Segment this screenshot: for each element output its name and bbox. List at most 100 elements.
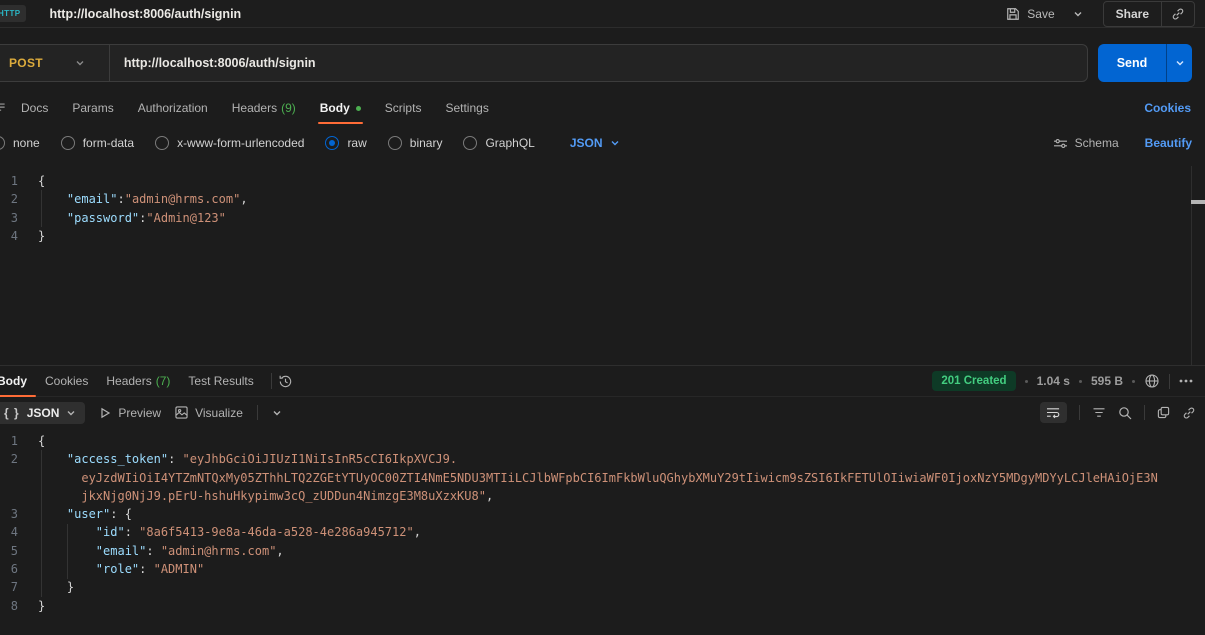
response-toolbar: { } JSON Preview Visualize xyxy=(0,397,1205,428)
response-size: 595 B xyxy=(1090,374,1123,388)
code-text: "email":"admin@hrms.com", xyxy=(66,192,248,207)
tab-body[interactable]: Body xyxy=(308,94,373,124)
line-number: 6 xyxy=(10,562,18,577)
link-icon[interactable] xyxy=(1182,406,1196,420)
copy-link-icon[interactable] xyxy=(1162,2,1194,26)
image-icon xyxy=(175,406,188,419)
network-globe-icon[interactable] xyxy=(1144,373,1160,389)
url-bar: POST http://localhost:8006/auth/signin xyxy=(0,44,1088,82)
dot-separator xyxy=(1078,379,1082,383)
code-text: { xyxy=(38,174,46,188)
response-headers-count: (7) xyxy=(155,374,171,388)
code-text: "user": { xyxy=(66,507,132,522)
body-row-right: Schema Beautify xyxy=(1053,136,1205,150)
code-text: "role": "ADMIN" xyxy=(95,562,205,577)
code-line: 3 "user": { xyxy=(0,505,1205,523)
radio-icon xyxy=(60,136,75,150)
cookies-link[interactable]: Cookies xyxy=(1144,101,1191,115)
beautify-button[interactable]: Beautify xyxy=(1145,136,1192,150)
send-button[interactable]: Send xyxy=(1098,44,1166,82)
divider xyxy=(1144,405,1145,420)
method-chevron-down-icon[interactable] xyxy=(75,58,85,68)
response-tabs: Body Cookies Headers (7) Test Results 20… xyxy=(0,365,1205,397)
response-tab-cookies[interactable]: Cookies xyxy=(36,366,97,397)
visualize-button[interactable]: Visualize xyxy=(175,406,243,420)
code-line: 1{ xyxy=(0,432,1205,450)
chevron-down-icon xyxy=(610,138,620,148)
request-body-editor[interactable]: 1{2 "email":"admin@hrms.com", 3 "password… xyxy=(0,166,1205,365)
line-number: 4 xyxy=(10,525,18,540)
response-toolbar-right xyxy=(1040,402,1205,423)
chevron-down-icon xyxy=(1175,58,1185,68)
divider xyxy=(256,405,258,420)
code-line: 3 "password":"Admin@123" xyxy=(0,209,1205,227)
body-type-none[interactable]: none xyxy=(0,136,40,150)
request-url-row: POST http://localhost:8006/auth/signin S… xyxy=(0,28,1205,82)
tab-scripts[interactable]: Scripts xyxy=(373,94,434,122)
radio-icon xyxy=(155,136,170,150)
code-text: { xyxy=(38,434,46,448)
line-number: 4 xyxy=(10,228,18,243)
http-request-type-icon: HTTP xyxy=(0,5,26,22)
divider xyxy=(1169,373,1170,389)
copy-icon[interactable] xyxy=(1157,406,1170,419)
editor-scrollbar[interactable] xyxy=(1191,166,1205,365)
code-text: eyJzdWIiOiI4YTZmNTQxMy05ZThhLTQ2ZGEtYTUy… xyxy=(81,470,1158,485)
share-button[interactable]: Share xyxy=(1104,2,1161,26)
url-input[interactable]: http://localhost:8006/auth/signin xyxy=(124,56,316,70)
indent-guide xyxy=(41,450,42,597)
code-text: } xyxy=(38,598,46,613)
tab-authorization[interactable]: Authorization xyxy=(126,94,220,122)
response-tab-headers[interactable]: Headers (7) xyxy=(97,366,179,397)
tab-headers[interactable]: Headers (9) xyxy=(220,94,308,122)
tab-settings[interactable]: Settings xyxy=(433,94,500,122)
search-icon[interactable] xyxy=(1118,406,1132,420)
headers-count: (9) xyxy=(281,101,296,115)
word-wrap-icon[interactable] xyxy=(1040,402,1067,423)
tab-docs[interactable]: Docs xyxy=(9,94,60,122)
raw-format-select[interactable]: JSON xyxy=(570,136,620,150)
more-options-icon[interactable] xyxy=(1179,379,1193,383)
code-text: } xyxy=(38,580,75,595)
code-line: jkxNjg0NjJ9.pErU-hshuHkypimw3cQ_zUDDun4N… xyxy=(0,487,1205,505)
body-type-form-data[interactable]: form-data xyxy=(60,136,134,150)
code-line: 2 "access_token": "eyJhbGciOiJIUzI1NiIsI… xyxy=(0,450,1205,468)
code-text: jkxNjg0NjJ9.pErU-hshuHkypimw3cQ_zUDDun4N… xyxy=(81,488,494,503)
radio-icon xyxy=(387,136,402,150)
preview-button[interactable]: Preview xyxy=(99,406,161,420)
code-line: 4 "id": "8a6f5413-9e8a-46da-a528-4e286a9… xyxy=(0,523,1205,541)
line-number: 7 xyxy=(10,580,18,595)
body-type-binary[interactable]: binary xyxy=(387,136,442,150)
send-options-button[interactable] xyxy=(1166,44,1192,82)
docs-icon xyxy=(0,101,9,115)
body-type-raw[interactable]: raw xyxy=(325,136,367,150)
schema-button[interactable]: Schema xyxy=(1053,136,1119,150)
code-line: 7 } xyxy=(0,578,1205,596)
body-type-row: none form-data x-www-form-urlencoded raw… xyxy=(0,129,1205,157)
scrollbar-thumb[interactable] xyxy=(1191,200,1205,204)
sliders-icon xyxy=(1053,137,1068,150)
chevron-down-icon[interactable] xyxy=(272,408,282,418)
save-options-button[interactable] xyxy=(1067,5,1089,23)
chevron-down-icon xyxy=(1073,9,1083,19)
save-button[interactable]: Save xyxy=(1000,3,1060,25)
body-type-x-www-form-urlencoded[interactable]: x-www-form-urlencoded xyxy=(155,136,304,150)
response-tab-body[interactable]: Body xyxy=(0,366,36,397)
request-tabs: Docs Params Authorization Headers (9) Bo… xyxy=(0,94,1205,124)
response-tab-test-results[interactable]: Test Results xyxy=(179,366,262,397)
response-time: 1.04 s xyxy=(1036,374,1070,388)
line-number: 3 xyxy=(10,210,18,225)
tab-params[interactable]: Params xyxy=(60,94,125,122)
code-line: 6 "role": "ADMIN" xyxy=(0,560,1205,578)
save-icon xyxy=(1006,7,1020,21)
radio-selected-icon xyxy=(325,136,340,150)
body-type-graphql[interactable]: GraphQL xyxy=(463,136,535,150)
filter-icon[interactable] xyxy=(1092,407,1106,418)
response-body-editor[interactable]: 1{2 "access_token": "eyJhbGciOiJIUzI1NiI… xyxy=(0,428,1205,628)
code-line: 2 "email":"admin@hrms.com", xyxy=(0,190,1205,208)
status-badge: 201 Created xyxy=(932,371,1016,391)
method-label[interactable]: POST xyxy=(0,56,43,70)
response-meta: 201 Created 1.04 s 595 B xyxy=(932,371,1205,391)
response-format-select[interactable]: { } JSON xyxy=(0,401,86,424)
response-history-icon[interactable] xyxy=(278,374,293,389)
